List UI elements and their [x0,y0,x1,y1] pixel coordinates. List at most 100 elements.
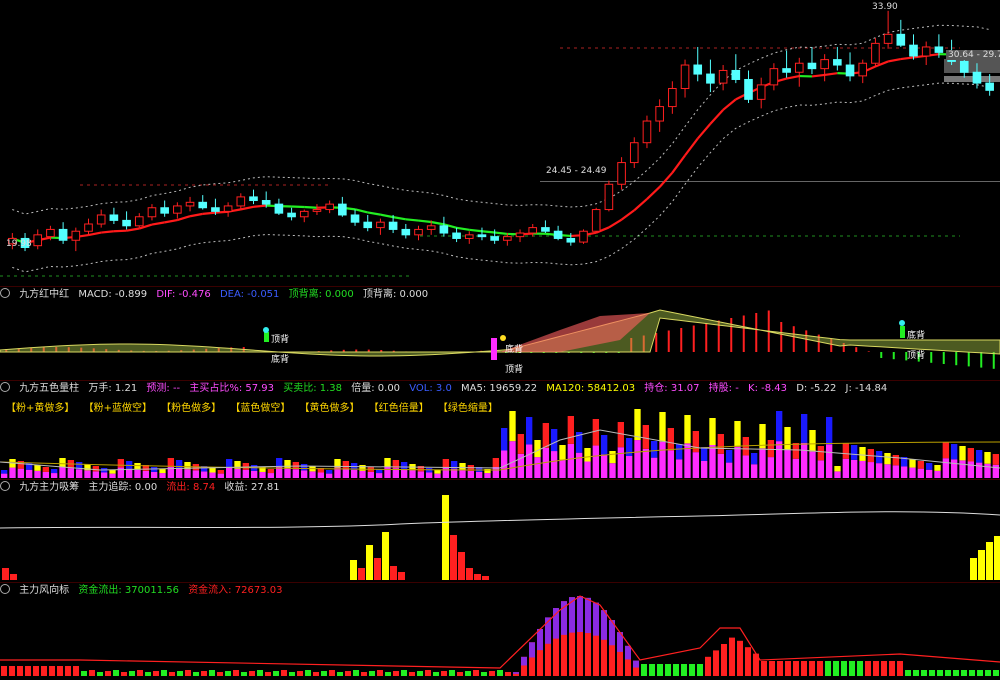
divergence-bar [264,332,269,342]
volume-bar-top [659,412,666,442]
wind-bar [849,661,855,676]
volume-bar [442,467,449,478]
volume-bar [909,467,916,478]
wind-bar [305,670,311,676]
lower-band-line [12,82,990,273]
volume-bar [42,471,49,478]
btn-pink-blue[interactable]: 【粉+蓝做空】 [84,403,152,414]
volume-bar [567,443,574,478]
main-force-bar [450,535,457,580]
settings-icon[interactable] [0,288,10,298]
settings-icon[interactable] [0,382,10,392]
candle-body [934,46,944,53]
volume-bar [801,442,808,478]
btn-blue[interactable]: 【蓝色做空】 [230,403,290,414]
candle-body [33,234,43,247]
settings-icon[interactable] [0,584,10,594]
wind-bar [81,671,87,676]
wind-title: 主力风向标 [19,585,70,596]
wind-bar [857,661,863,676]
wind-bar [969,670,975,676]
vol5-value: VOL: 3.0 [409,383,452,394]
volume-bar-top [167,458,174,467]
volume-bar [634,440,641,478]
btn-pink[interactable]: 【粉色做多】 [161,403,221,414]
trend-line-segment [469,228,483,233]
volume-bar-top [892,455,899,466]
wind-bar [649,664,655,676]
btn-red[interactable]: 【红色倍量】 [369,403,429,414]
wind-bar [129,671,135,676]
wind-bar [201,671,207,676]
candle-body [236,196,246,207]
trend-line-segment [177,215,191,222]
wind-line [0,595,1000,669]
btn-green[interactable]: 【绿色缩量】 [438,403,498,414]
volume-bar [551,451,558,478]
wind-bar [873,661,879,676]
candle-body [668,88,677,108]
volume-bar-top [667,428,674,451]
wind-bar [977,670,983,676]
volume-bar-top [609,451,616,464]
volume-bar [709,445,716,478]
volume-bar [959,460,966,478]
wind-bar [793,661,799,676]
volume-bar-top [676,444,683,460]
volume-bar [767,457,774,478]
wind-bar [369,671,375,676]
volume-bar-top [92,466,99,472]
candle-body [731,69,741,80]
wind-bar [457,672,463,676]
btn-yellow[interactable]: 【黄色做多】 [300,403,360,414]
volume-bar [834,471,841,478]
volume-bar-top [159,469,166,474]
volume-bar [726,462,733,478]
wind-bar [737,640,743,676]
volume-bar-top [509,411,516,442]
predict-value: 预测: -- [146,383,181,394]
trend-line-segment [608,218,623,229]
volume-bar [692,452,699,478]
trend-line-segment [811,73,825,78]
volume-bar [301,470,308,478]
candle-body [515,232,525,238]
volume-bar [826,444,833,478]
wind-bar [361,672,367,676]
candle-body [693,64,703,75]
volume-bar-top [792,443,799,459]
btn-pink-yellow[interactable]: 【粉+黄做多】 [6,403,74,414]
volume-bar-top [926,463,933,470]
candle-body [249,196,258,202]
wind-header: 主力风向标 资金流出: 370011.56 资金流入: 72673.03 [0,584,288,597]
candle-body [312,209,322,212]
wind-bar [289,672,295,676]
volume-bar-top [559,445,566,460]
settings-icon[interactable] [0,481,10,491]
price-chart[interactable] [0,0,1000,680]
volume-bar-top [859,447,866,461]
volume-bar [192,470,199,478]
wind-bar [833,661,839,676]
candle-body [604,183,614,211]
trend-line-segment [354,208,368,214]
trend-line-segment [189,212,203,218]
candle-body [134,216,144,227]
wind-bar [185,670,191,676]
price-low-label: 19.98 [6,239,32,249]
wind-bar [209,670,215,676]
wind-bar [449,670,455,676]
volume-bar [617,447,624,478]
volume-bar [742,455,749,478]
volume-bar [676,459,683,478]
volume-bar-top [642,425,649,449]
range-top-label: 30.64 - 29.78 [946,50,1000,60]
wind-bar [993,670,999,676]
volume-bar-top [934,465,941,471]
wind-bar [409,672,415,676]
outflow-value: 资金流入: 72673.03 [188,585,283,596]
volume-bar [426,472,433,478]
candle-body [528,227,538,234]
volume-bar-top [59,458,66,467]
wind-bar [657,664,663,676]
